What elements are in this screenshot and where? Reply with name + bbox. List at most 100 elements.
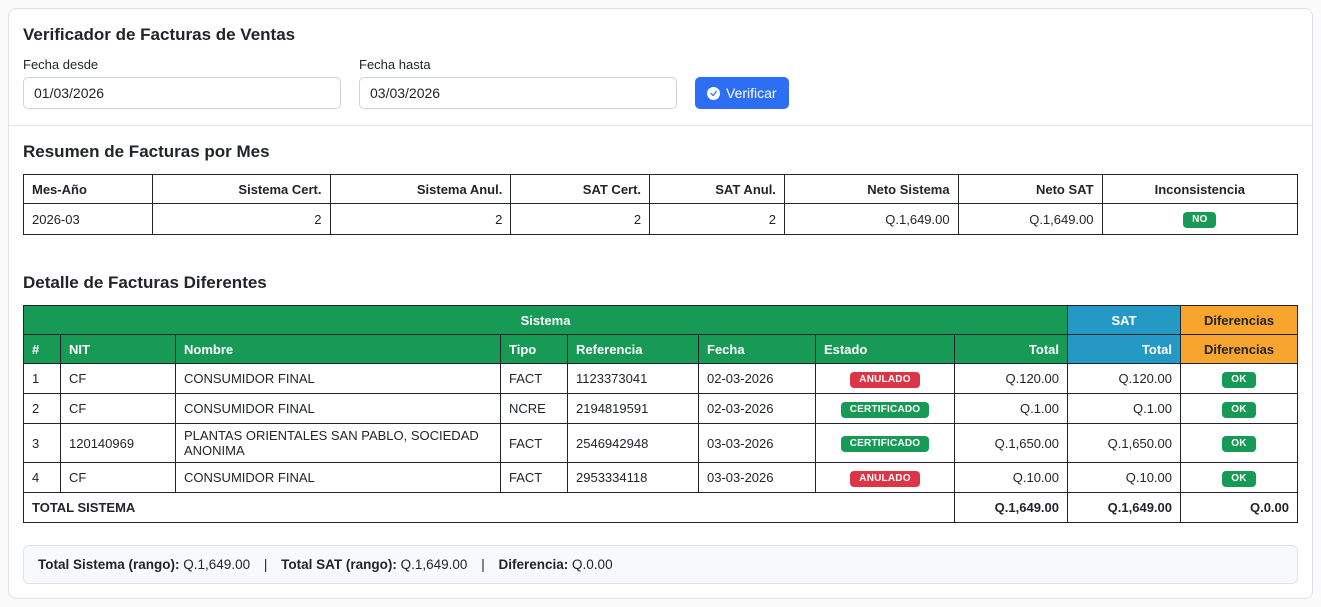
cell-fecha: 03-03-2026 [699, 424, 816, 463]
total-sistema-value: Q.1,649.00 [955, 493, 1068, 523]
summary-separator: | [264, 557, 268, 572]
divider [9, 125, 1312, 126]
estado-badge: ANULADO [850, 372, 919, 388]
total-row: TOTAL SISTEMA Q.1,649.00 Q.1,649.00 Q.0.… [24, 493, 1298, 523]
cell-tipo: FACT [501, 463, 568, 493]
summary-diferencia-label: Diferencia: [499, 557, 569, 572]
summary-total-sat-label: Total SAT (rango): [281, 557, 397, 572]
cell-total-sistema: Q.1.00 [955, 394, 1068, 424]
col-tipo: Tipo [501, 335, 568, 364]
cell-nit: CF [61, 463, 176, 493]
cell-diferencia: OK [1181, 364, 1298, 394]
cell-estado: CERTIFICADO [816, 424, 955, 463]
table-row: 1 CF CONSUMIDOR FINAL FACT 1123373041 02… [24, 364, 1298, 394]
cell-num: 2 [24, 394, 61, 424]
cell-diferencia: OK [1181, 394, 1298, 424]
cell-fecha: 03-03-2026 [699, 463, 816, 493]
cell-nit: CF [61, 394, 176, 424]
cell-nombre: CONSUMIDOR FINAL [176, 394, 501, 424]
cell-total-sistema: Q.10.00 [955, 463, 1068, 493]
cell-total-sat: Q.10.00 [1068, 463, 1181, 493]
cell-referencia: 2546942948 [568, 424, 699, 463]
fecha-hasta-field: Fecha hasta [359, 57, 677, 109]
estado-badge: CERTIFICADO [841, 436, 930, 452]
cell-total-sat: Q.1.00 [1068, 394, 1181, 424]
fecha-desde-label: Fecha desde [23, 57, 341, 72]
col-nombre: Nombre [176, 335, 501, 364]
cell-tipo: FACT [501, 424, 568, 463]
total-sat-value: Q.1,649.00 [1068, 493, 1181, 523]
col-total-sistema: Total [955, 335, 1068, 364]
col-nit: NIT [61, 335, 176, 364]
ok-badge: OK [1222, 471, 1255, 487]
resumen-table: Mes-Año Sistema Cert. Sistema Anul. SAT … [23, 174, 1298, 235]
cell-referencia: 1123373041 [568, 364, 699, 394]
verificar-button-label: Verificar [726, 85, 777, 101]
total-sistema-label: TOTAL SISTEMA [24, 493, 955, 523]
cell-nombre: CONSUMIDOR FINAL [176, 463, 501, 493]
fecha-hasta-input[interactable] [359, 77, 677, 109]
col-neto-sat: Neto SAT [958, 175, 1102, 204]
cell-nombre: PLANTAS ORIENTALES SAN PABLO, SOCIEDAD A… [176, 424, 501, 463]
ok-badge: OK [1222, 436, 1255, 452]
summary-diferencia-value: Q.0.00 [572, 557, 613, 572]
col-fecha: Fecha [699, 335, 816, 364]
detalle-group-header-row: Sistema SAT Diferencias [24, 306, 1298, 335]
cell-nit: 120140969 [61, 424, 176, 463]
summary-total-sistema-label: Total Sistema (rango): [38, 557, 180, 572]
col-sistema-cert: Sistema Cert. [153, 175, 330, 204]
page-title: Verificador de Facturas de Ventas [23, 25, 1298, 45]
cell-total-sat: Q.1,650.00 [1068, 424, 1181, 463]
fecha-desde-input[interactable] [23, 77, 341, 109]
cell-referencia: 2194819591 [568, 394, 699, 424]
ok-badge: OK [1222, 372, 1255, 388]
col-referencia: Referencia [568, 335, 699, 364]
cell-fecha: 02-03-2026 [699, 394, 816, 424]
cell-total-sat: Q.120.00 [1068, 364, 1181, 394]
verificar-button[interactable]: Verificar [695, 77, 789, 109]
fecha-hasta-label: Fecha hasta [359, 57, 677, 72]
detalle-table: Sistema SAT Diferencias # NIT Nombre Tip… [23, 305, 1298, 523]
cell-nit: CF [61, 364, 176, 394]
cell-total-sistema: Q.120.00 [955, 364, 1068, 394]
cell-estado: ANULADO [816, 364, 955, 394]
table-row: 3 120140969 PLANTAS ORIENTALES SAN PABLO… [24, 424, 1298, 463]
resumen-sistema-anul: 2 [330, 204, 511, 235]
resumen-title: Resumen de Facturas por Mes [23, 142, 1298, 162]
spacer [23, 235, 1298, 265]
resumen-sistema-cert: 2 [153, 204, 330, 235]
col-sistema-anul: Sistema Anul. [330, 175, 511, 204]
estado-badge: CERTIFICADO [841, 402, 930, 418]
cell-tipo: FACT [501, 364, 568, 394]
col-inconsistencia: Inconsistencia [1102, 175, 1297, 204]
cell-referencia: 2953334118 [568, 463, 699, 493]
group-header-sat: SAT [1068, 306, 1181, 335]
resumen-inconsistencia-cell: NO [1102, 204, 1297, 235]
cell-nombre: CONSUMIDOR FINAL [176, 364, 501, 394]
cell-diferencia: OK [1181, 424, 1298, 463]
col-diferencias: Diferencias [1181, 335, 1298, 364]
cell-diferencia: OK [1181, 463, 1298, 493]
resumen-neto-sistema: Q.1,649.00 [784, 204, 958, 235]
fecha-desde-field: Fecha desde [23, 57, 341, 109]
cell-tipo: NCRE [501, 394, 568, 424]
cell-total-sistema: Q.1,650.00 [955, 424, 1068, 463]
cell-num: 1 [24, 364, 61, 394]
total-diferencia-value: Q.0.00 [1181, 493, 1298, 523]
estado-badge: ANULADO [850, 471, 919, 487]
resumen-sat-cert: 2 [511, 204, 650, 235]
detalle-title: Detalle de Facturas Diferentes [23, 273, 1298, 293]
cell-fecha: 02-03-2026 [699, 364, 816, 394]
resumen-data-row: 2026-03 2 2 2 2 Q.1,649.00 Q.1,649.00 NO [24, 204, 1298, 235]
cell-num: 3 [24, 424, 61, 463]
detalle-column-header-row: # NIT Nombre Tipo Referencia Fecha Estad… [24, 335, 1298, 364]
ok-badge: OK [1222, 402, 1255, 418]
group-header-sistema: Sistema [24, 306, 1068, 335]
summary-total-sat-value: Q.1,649.00 [401, 557, 468, 572]
table-row: 2 CF CONSUMIDOR FINAL NCRE 2194819591 02… [24, 394, 1298, 424]
resumen-sat-anul: 2 [650, 204, 785, 235]
resumen-mes: 2026-03 [24, 204, 153, 235]
group-header-diferencias: Diferencias [1181, 306, 1298, 335]
cell-estado: ANULADO [816, 463, 955, 493]
col-mes-ano: Mes-Año [24, 175, 153, 204]
